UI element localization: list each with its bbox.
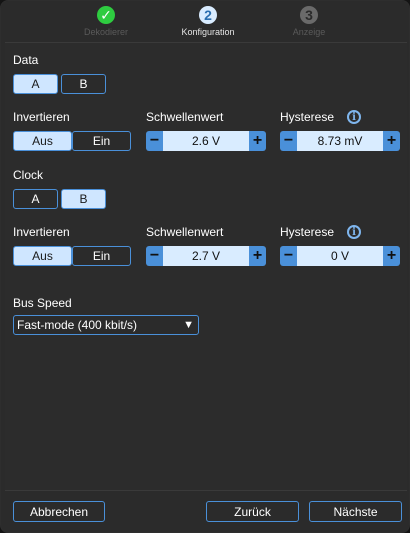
step-display[interactable]: 3 Anzeige [259, 6, 359, 37]
step-label: Anzeige [292, 27, 326, 37]
minus-icon[interactable]: − [280, 131, 297, 151]
info-icon[interactable]: i [347, 110, 361, 124]
data-hysteresis-value[interactable]: 8.73 mV [297, 131, 383, 151]
clock-hysteresis-label: Hysterese [280, 225, 335, 239]
wizard-window: ✓ Dekodierer 2 Konfiguration 3 Anzeige D… [0, 0, 410, 533]
data-invert-selector: Aus Ein [13, 131, 131, 151]
step-decoder[interactable]: ✓ Dekodierer [56, 6, 156, 37]
clock-hysteresis-stepper: − 0 V + [280, 246, 400, 266]
clock-threshold-stepper: − 2.7 V + [146, 246, 266, 266]
bus-speed-selected-value: Fast-mode (400 kbit/s) [17, 318, 138, 332]
clock-invert-label: Invertieren [13, 225, 70, 239]
bus-speed-label: Bus Speed [13, 296, 72, 310]
clock-hysteresis-value[interactable]: 0 V [297, 246, 383, 266]
data-threshold-value[interactable]: 2.6 V [163, 131, 249, 151]
next-button[interactable]: Nächste [309, 501, 402, 522]
data-threshold-label: Schwellenwert [146, 110, 224, 124]
data-hysteresis-label: Hysterese [280, 110, 335, 124]
step-label: Dekodierer [83, 27, 129, 37]
plus-icon[interactable]: + [249, 131, 266, 151]
data-invert-on-button[interactable]: Ein [72, 131, 131, 151]
clock-threshold-value[interactable]: 2.7 V [163, 246, 249, 266]
cancel-button[interactable]: Abbrechen [13, 501, 105, 522]
clock-source-selector: A B [13, 189, 106, 209]
clock-section-title: Clock [13, 168, 44, 182]
plus-icon[interactable]: + [383, 246, 400, 266]
info-icon[interactable]: i [347, 225, 361, 239]
wizard-stepper: ✓ Dekodierer 2 Konfiguration 3 Anzeige [1, 1, 409, 41]
data-invert-off-button[interactable]: Aus [13, 131, 72, 151]
step-number-icon: 3 [300, 6, 318, 24]
data-section-title: Data [13, 53, 39, 67]
wizard-footer: Abbrechen Zurück Nächste [1, 490, 409, 532]
plus-icon[interactable]: + [249, 246, 266, 266]
minus-icon[interactable]: − [146, 131, 163, 151]
clock-source-a-button[interactable]: A [13, 189, 58, 209]
checkmark-icon: ✓ [97, 6, 115, 24]
chevron-down-icon: ▼ [183, 319, 194, 331]
configuration-panel: Data A B Invertieren Aus Ein Schwellenwe… [5, 42, 407, 491]
clock-threshold-label: Schwellenwert [146, 225, 224, 239]
minus-icon[interactable]: − [146, 246, 163, 266]
plus-icon[interactable]: + [383, 131, 400, 151]
data-threshold-stepper: − 2.6 V + [146, 131, 266, 151]
clock-invert-on-button[interactable]: Ein [72, 246, 131, 266]
bus-speed-select[interactable]: Fast-mode (400 kbit/s) ▼ [13, 315, 199, 335]
data-hysteresis-stepper: − 8.73 mV + [280, 131, 400, 151]
data-source-a-button[interactable]: A [13, 74, 58, 94]
back-button[interactable]: Zurück [206, 501, 299, 522]
step-number-icon: 2 [199, 6, 217, 24]
clock-invert-off-button[interactable]: Aus [13, 246, 72, 266]
step-label: Konfiguration [181, 27, 235, 37]
data-source-b-button[interactable]: B [61, 74, 106, 94]
step-configuration[interactable]: 2 Konfiguration [158, 6, 258, 37]
data-source-selector: A B [13, 74, 106, 94]
minus-icon[interactable]: − [280, 246, 297, 266]
clock-source-b-button[interactable]: B [61, 189, 106, 209]
clock-invert-selector: Aus Ein [13, 246, 131, 266]
data-invert-label: Invertieren [13, 110, 70, 124]
